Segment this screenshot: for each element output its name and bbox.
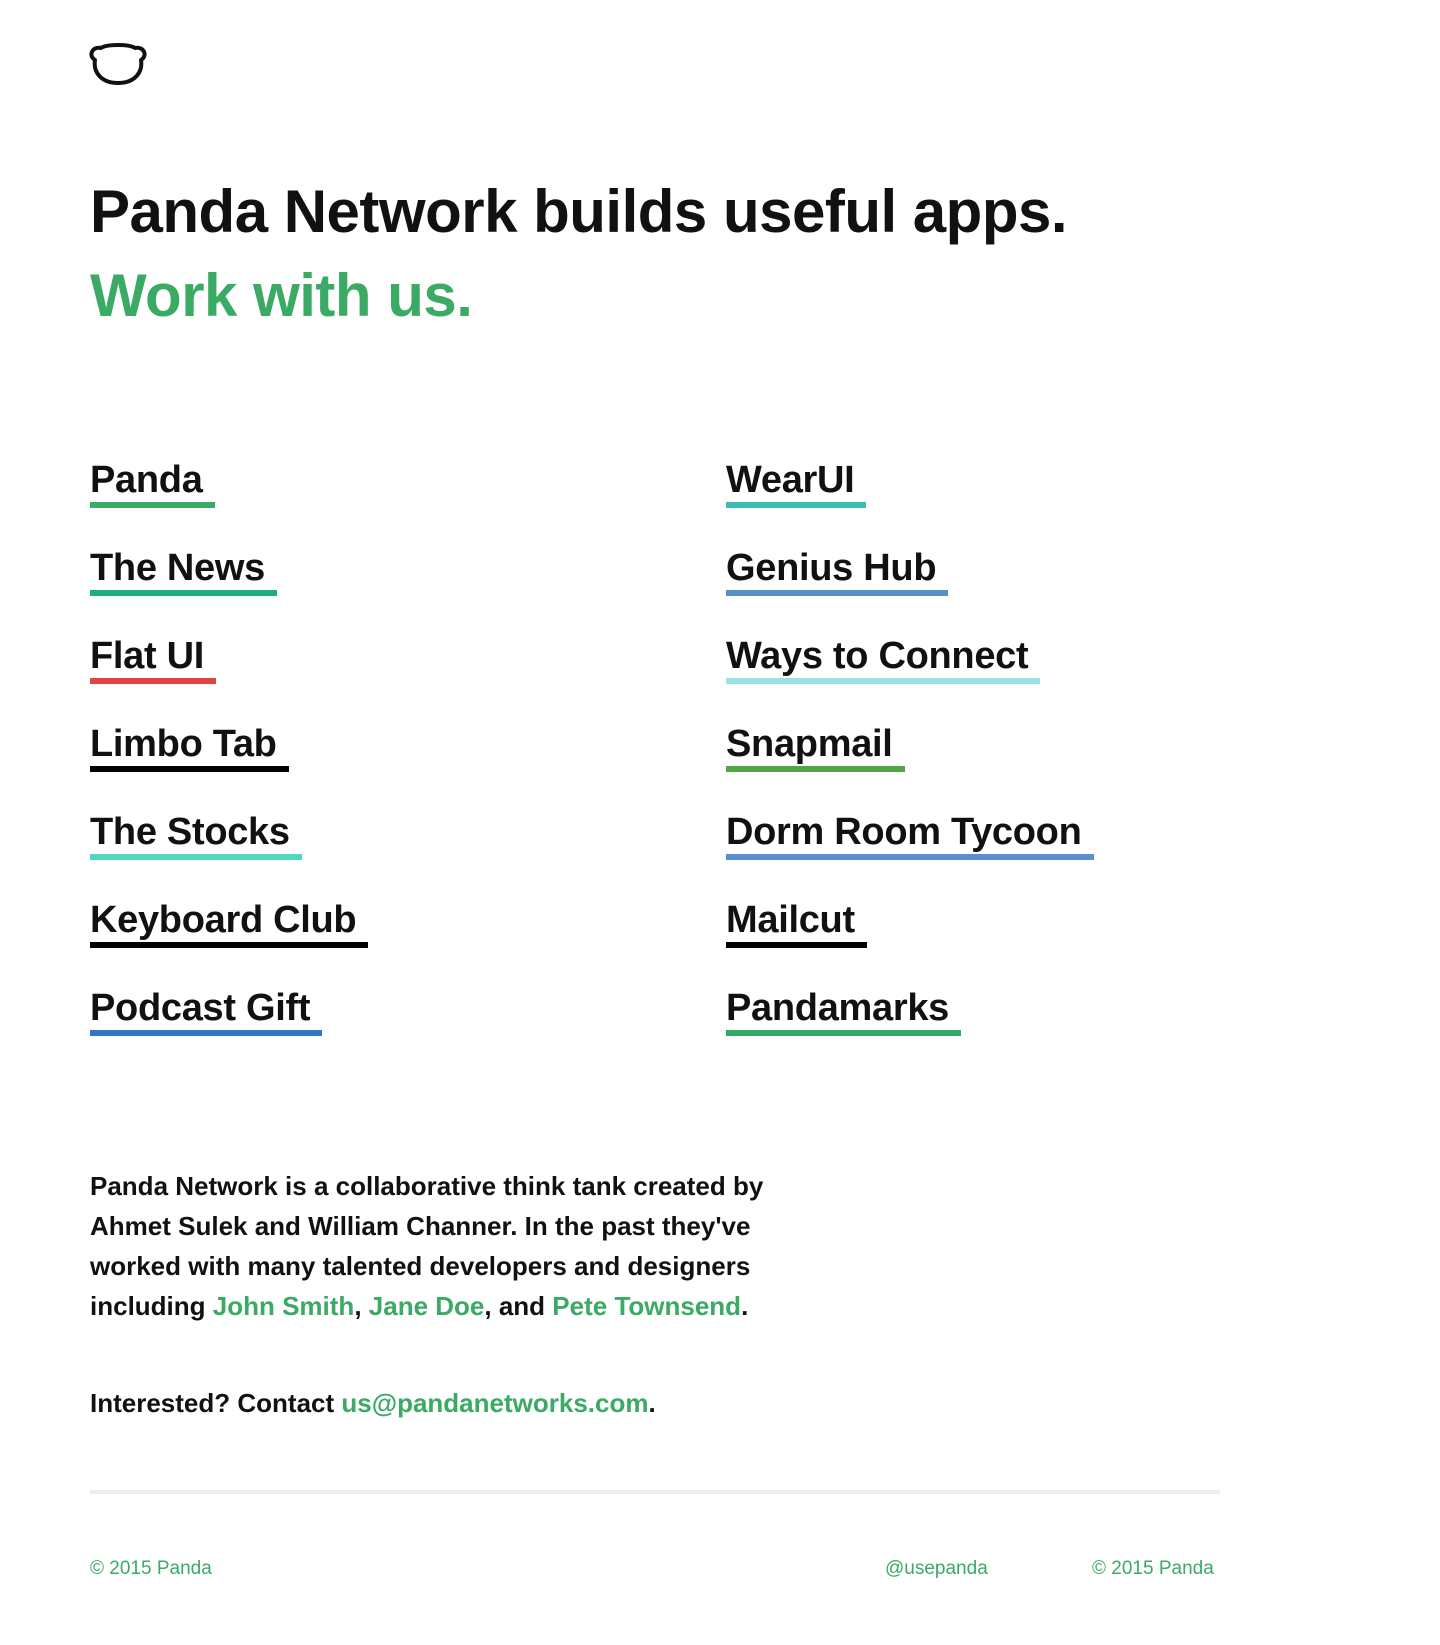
work-with-us-link[interactable]: Work with us.	[90, 260, 473, 332]
app-link-mailcut[interactable]: Mailcut	[726, 898, 1094, 986]
app-link-pandamarks[interactable]: Pandamarks	[726, 986, 1094, 1074]
hero: Panda Network builds useful apps. Work w…	[90, 176, 1068, 332]
app-label: The Stocks	[90, 810, 302, 860]
app-label: Podcast Gift	[90, 986, 323, 1036]
app-link-flat-ui[interactable]: Flat UI	[90, 634, 368, 722]
app-column-right: WearUI Genius Hub Ways to Connect Snapma…	[726, 458, 1094, 1074]
app-link-wearui[interactable]: WearUI	[726, 458, 1094, 546]
page: Panda Network builds useful apps. Work w…	[0, 0, 1440, 1645]
panda-icon	[89, 43, 147, 85]
about-paragraph: Panda Network is a collaborative think t…	[90, 1166, 810, 1326]
about-separator: ,	[354, 1291, 369, 1321]
app-link-snapmail[interactable]: Snapmail	[726, 722, 1094, 810]
about-separator: , and	[484, 1291, 553, 1321]
app-label: Genius Hub	[726, 546, 949, 596]
app-label: Pandamarks	[726, 986, 962, 1036]
app-label: The News	[90, 546, 277, 596]
app-label: Keyboard Club	[90, 898, 369, 948]
app-label: Snapmail	[726, 722, 905, 772]
contact-line: Interested? Contact us@pandanetworks.com…	[90, 1383, 656, 1423]
app-link-limbo-tab[interactable]: Limbo Tab	[90, 722, 368, 810]
app-link-genius-hub[interactable]: Genius Hub	[726, 546, 1094, 634]
app-label: Flat UI	[90, 634, 217, 684]
contact-end: .	[648, 1388, 656, 1418]
app-link-keyboard-club[interactable]: Keyboard Club	[90, 898, 369, 986]
app-label: Ways to Connect	[726, 634, 1041, 684]
app-link-podcast-gift[interactable]: Podcast Gift	[90, 986, 368, 1074]
about-end: .	[741, 1291, 749, 1321]
app-label: WearUI	[726, 458, 867, 508]
headline: Panda Network builds useful apps.	[90, 178, 1068, 245]
app-label: Dorm Room Tycoon	[726, 810, 1094, 860]
person-link-jane-doe[interactable]: Jane Doe	[369, 1291, 485, 1321]
person-link-john-smith[interactable]: John Smith	[213, 1291, 355, 1321]
app-label: Panda	[90, 458, 215, 508]
contact-prefix: Interested? Contact	[90, 1388, 342, 1418]
panda-logo-icon[interactable]	[89, 38, 147, 86]
footer-divider	[90, 1490, 1220, 1494]
app-link-dorm-room-tycoon[interactable]: Dorm Room Tycoon	[726, 810, 1094, 898]
app-link-the-news[interactable]: The News	[90, 546, 368, 634]
app-link-the-stocks[interactable]: The Stocks	[90, 810, 368, 898]
footer-copyright-left: © 2015 Panda	[90, 1558, 212, 1579]
app-label: Limbo Tab	[90, 722, 289, 772]
app-list: Panda The News Flat UI Limbo Tab The Sto…	[90, 458, 1240, 1058]
footer-copyright-right: © 2015 Panda	[1092, 1558, 1214, 1579]
app-link-ways-to-connect[interactable]: Ways to Connect	[726, 634, 1094, 722]
contact-email-link[interactable]: us@pandanetworks.com	[341, 1388, 648, 1418]
app-column-left: Panda The News Flat UI Limbo Tab The Sto…	[90, 458, 369, 1074]
person-link-pete-townsend[interactable]: Pete Townsend	[552, 1291, 741, 1321]
app-link-panda[interactable]: Panda	[90, 458, 368, 546]
app-label: Mailcut	[726, 898, 867, 948]
twitter-link[interactable]: @usepanda	[885, 1556, 988, 1582]
